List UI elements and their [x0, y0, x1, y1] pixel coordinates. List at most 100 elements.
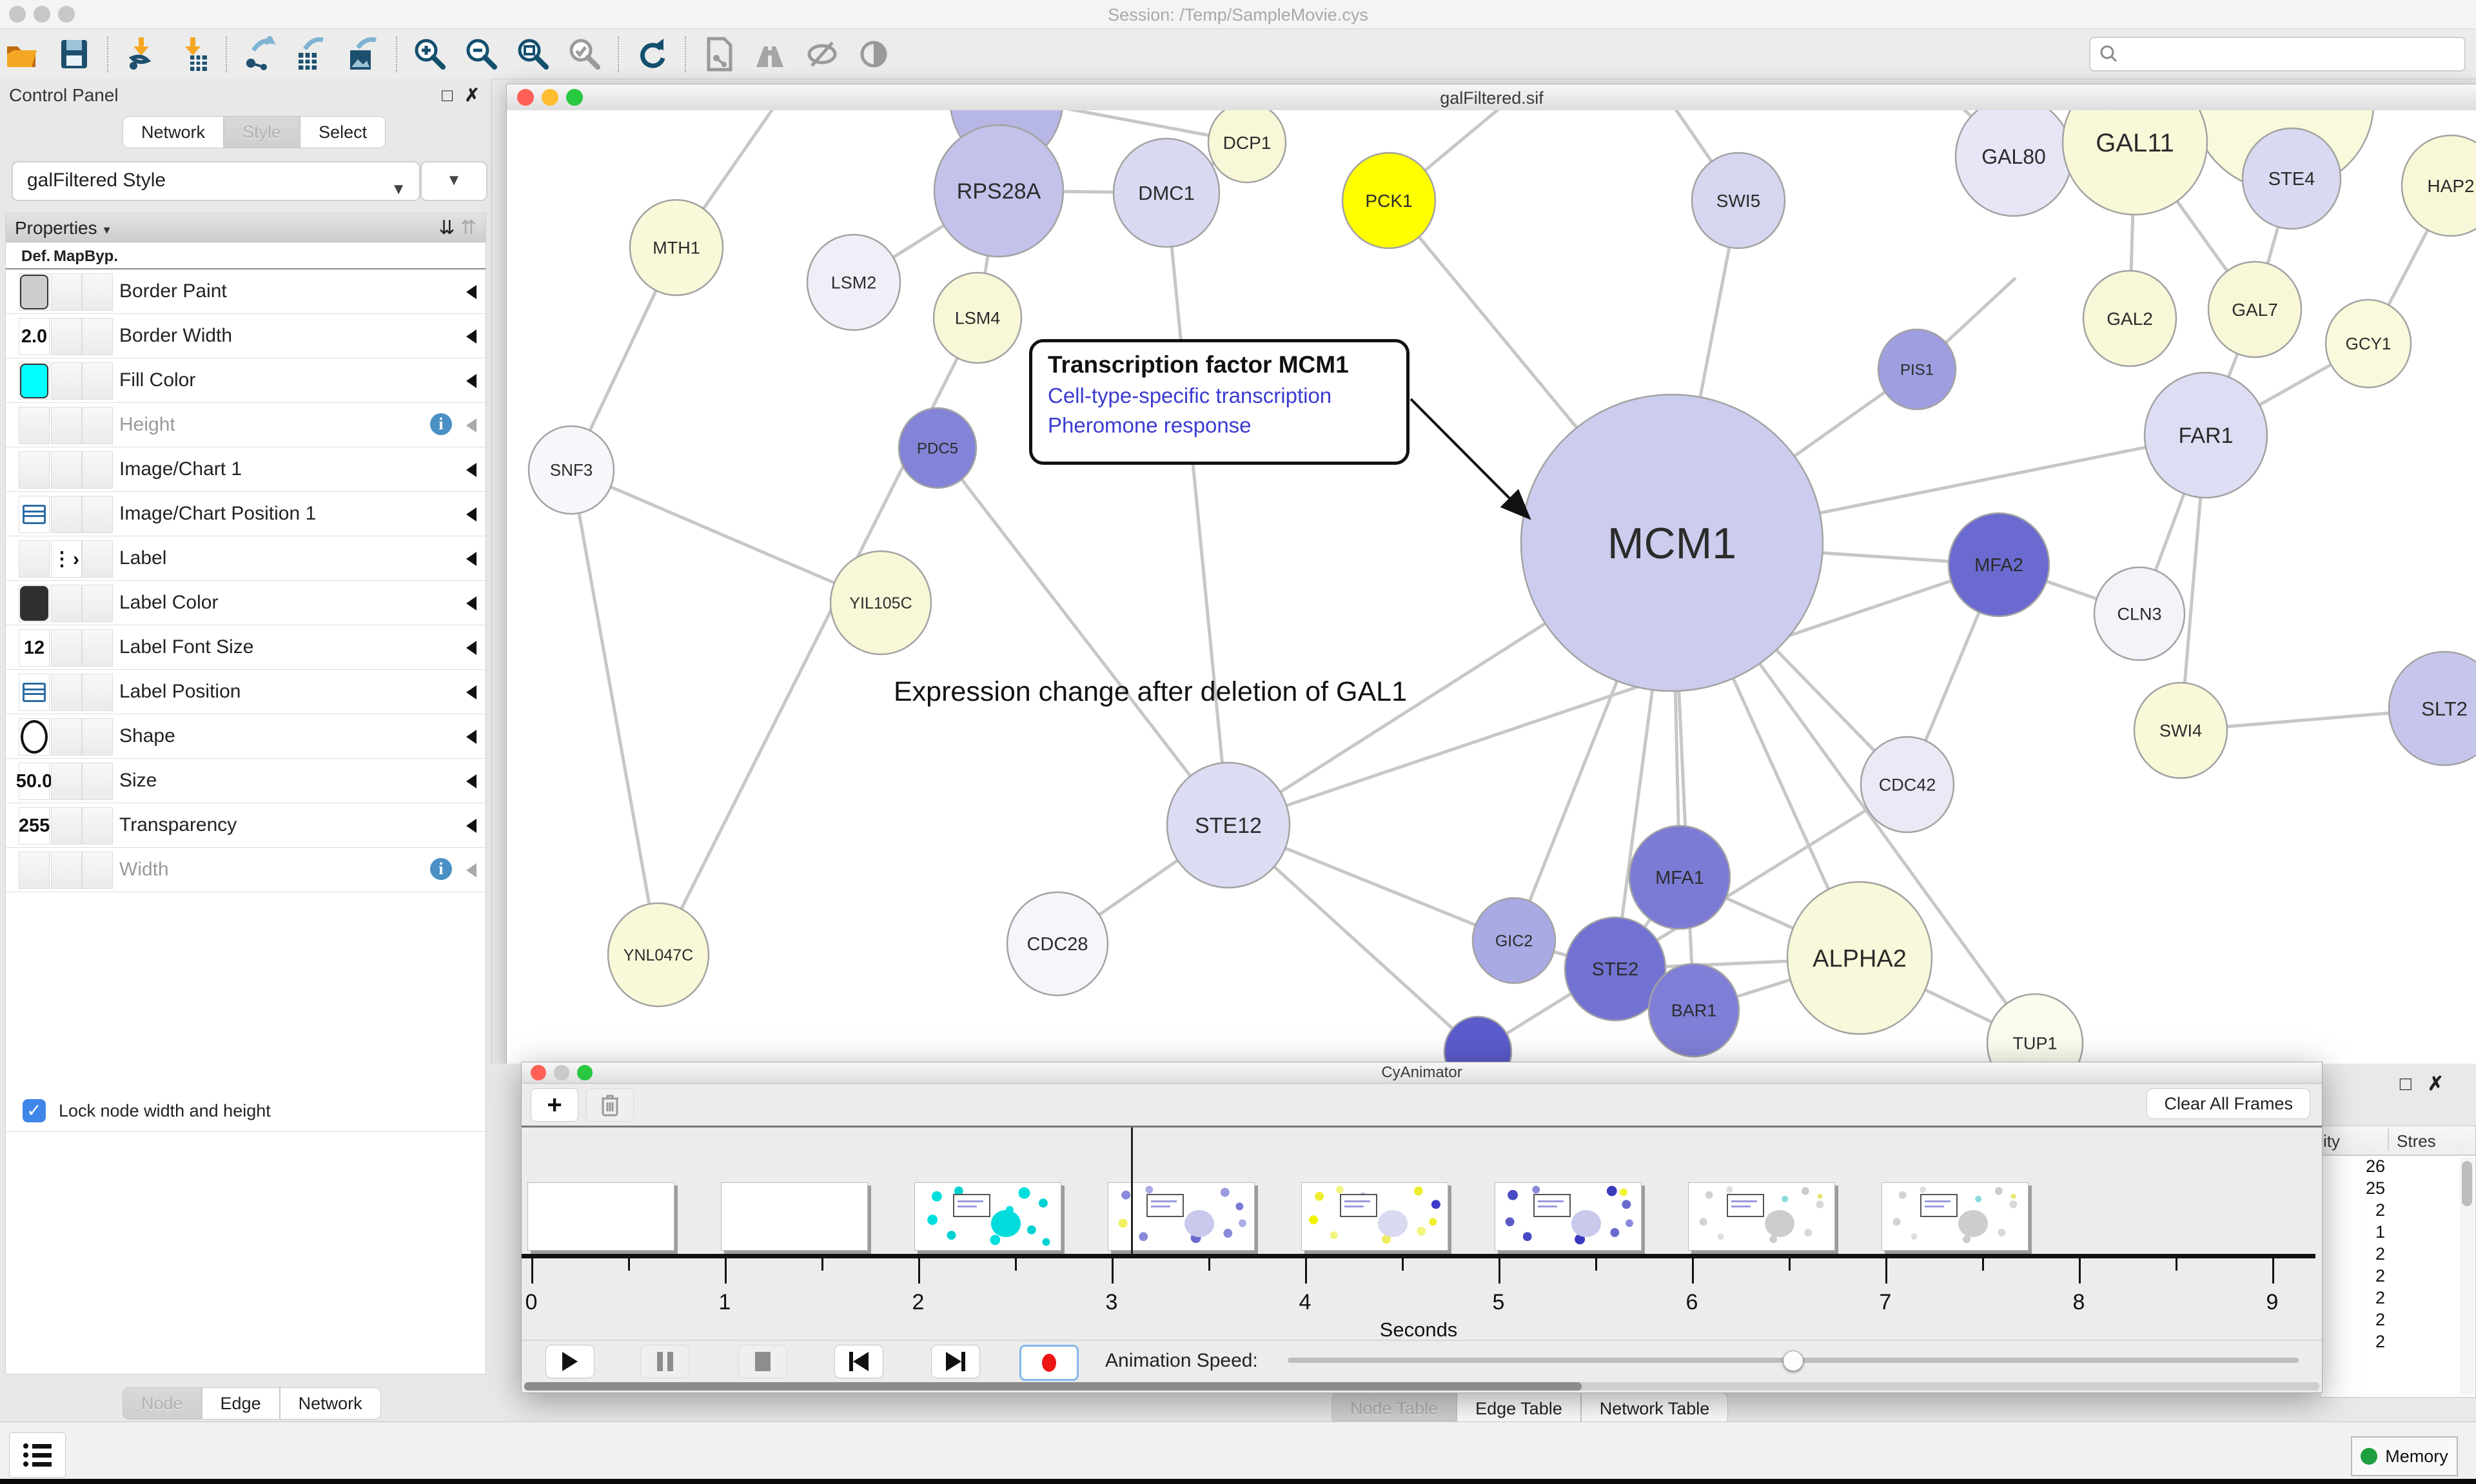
- property-cell[interactable]: [51, 451, 82, 489]
- property-cell[interactable]: 2.0: [19, 318, 50, 355]
- property-row-label-color[interactable]: Label Color: [6, 581, 486, 625]
- position-icon[interactable]: [23, 683, 46, 702]
- property-cell[interactable]: [82, 763, 113, 800]
- property-cell[interactable]: [82, 407, 113, 444]
- properties-header[interactable]: Properties▾: [15, 218, 110, 239]
- property-row-transparency[interactable]: 255Transparency: [6, 803, 486, 848]
- property-row-shape[interactable]: Shape: [6, 714, 486, 759]
- expand-row-icon[interactable]: [466, 685, 477, 699]
- frame-thumbnail-3[interactable]: [1108, 1182, 1255, 1251]
- table-column-header[interactable]: Stres: [2397, 1131, 2436, 1151]
- task-history-button[interactable]: [9, 1432, 66, 1478]
- frame-thumbnail-4[interactable]: [1301, 1182, 1448, 1251]
- network-node-tup1[interactable]: [1987, 994, 2083, 1064]
- play-button[interactable]: [545, 1345, 594, 1378]
- import-network-icon[interactable]: [123, 35, 160, 73]
- expand-row-icon[interactable]: [466, 730, 477, 744]
- tab-network[interactable]: Network: [123, 116, 224, 148]
- memory-button[interactable]: Memory: [2351, 1436, 2458, 1476]
- property-cell[interactable]: [19, 407, 50, 444]
- property-cell[interactable]: [51, 362, 82, 400]
- property-cell[interactable]: [82, 451, 113, 489]
- property-row-label[interactable]: ⋮›Label: [6, 536, 486, 581]
- style-selector[interactable]: galFiltered Style ▼: [12, 161, 420, 201]
- import-table-icon[interactable]: [174, 35, 211, 73]
- default-value[interactable]: 255: [19, 815, 50, 837]
- property-cell[interactable]: [82, 807, 113, 845]
- table-row[interactable]: 2: [2321, 1331, 2475, 1353]
- zoom-fit-icon[interactable]: [515, 35, 552, 73]
- property-cell[interactable]: 255: [19, 807, 50, 845]
- table-row[interactable]: 2: [2321, 1200, 2475, 1222]
- property-cell[interactable]: 50.0: [19, 763, 50, 800]
- tab-network-table[interactable]: Network Table: [1581, 1392, 1729, 1425]
- expand-row-icon[interactable]: [466, 507, 477, 522]
- frame-thumbnail-6[interactable]: [1688, 1182, 1835, 1251]
- default-value[interactable]: 50.0: [16, 771, 52, 792]
- color-swatch[interactable]: [20, 586, 48, 621]
- cyanimator-titlebar[interactable]: CyAnimator: [522, 1062, 2322, 1084]
- property-row-image-chart-1[interactable]: Image/Chart 1: [6, 447, 486, 492]
- position-icon[interactable]: [23, 505, 46, 524]
- property-cell[interactable]: [19, 852, 50, 889]
- collapse-all-icon[interactable]: ⇈: [460, 217, 477, 239]
- table-column-header[interactable]: ity: [2323, 1131, 2340, 1151]
- property-cell[interactable]: [82, 585, 113, 622]
- table-row[interactable]: 26: [2321, 1156, 2475, 1178]
- property-cell[interactable]: [82, 852, 113, 889]
- timeline-scrollbar[interactable]: [524, 1382, 2319, 1391]
- float-panel-icon[interactable]: □: [2400, 1073, 2412, 1095]
- property-cell[interactable]: [51, 585, 82, 622]
- table-row[interactable]: 2: [2321, 1244, 2475, 1265]
- property-cell[interactable]: [82, 496, 113, 533]
- pause-button[interactable]: [640, 1345, 689, 1378]
- property-row-height[interactable]: Heighti: [6, 403, 486, 447]
- export-image-icon[interactable]: [344, 35, 382, 73]
- open-session-icon[interactable]: [4, 35, 41, 73]
- expand-row-icon[interactable]: [466, 596, 477, 610]
- frame-thumbnail-1[interactable]: [721, 1182, 868, 1251]
- timeline-playhead[interactable]: [1131, 1128, 1133, 1255]
- table-scrollbar[interactable]: [2460, 1157, 2474, 1394]
- property-cell[interactable]: [51, 273, 82, 311]
- timeline[interactable]: 0123456789 Seconds: [522, 1126, 2322, 1336]
- stop-button[interactable]: [738, 1345, 787, 1378]
- refresh-icon[interactable]: [633, 35, 671, 73]
- tab-edge[interactable]: Edge: [202, 1387, 280, 1420]
- zoom-in-icon[interactable]: [411, 35, 449, 73]
- expand-row-icon[interactable]: [466, 418, 477, 433]
- search-field[interactable]: [2089, 37, 2466, 72]
- mapping-icon[interactable]: ⋮›: [52, 548, 81, 571]
- search-input[interactable]: [2120, 39, 2464, 69]
- tab-select[interactable]: Select: [300, 116, 386, 148]
- export-table-icon[interactable]: [293, 35, 330, 73]
- property-cell[interactable]: [19, 451, 50, 489]
- tab-edge-table[interactable]: Edge Table: [1457, 1392, 1581, 1425]
- property-row-label-font-size[interactable]: 12Label Font Size: [6, 625, 486, 670]
- expand-row-icon[interactable]: [466, 552, 477, 566]
- delete-frame-button[interactable]: [586, 1088, 634, 1122]
- tab-style[interactable]: Style: [224, 116, 300, 148]
- frame-thumbnail-5[interactable]: [1495, 1182, 1642, 1251]
- table-row[interactable]: 2: [2321, 1265, 2475, 1287]
- property-cell[interactable]: [82, 362, 113, 400]
- property-cell[interactable]: [19, 273, 50, 311]
- clear-all-frames-button[interactable]: Clear All Frames: [2147, 1088, 2310, 1119]
- float-panel-icon[interactable]: □: [442, 86, 453, 104]
- default-value[interactable]: 2.0: [21, 326, 47, 347]
- property-cell[interactable]: [82, 674, 113, 711]
- property-cell[interactable]: [19, 585, 50, 622]
- property-row-size[interactable]: 50.0Size: [6, 759, 486, 803]
- slider-thumb[interactable]: [1783, 1351, 1803, 1371]
- property-cell[interactable]: [19, 540, 50, 578]
- property-cell[interactable]: [51, 318, 82, 355]
- property-cell[interactable]: [19, 718, 50, 756]
- network-node-dotb[interactable]: [1444, 1017, 1511, 1064]
- property-cell[interactable]: [82, 540, 113, 578]
- property-cell[interactable]: [19, 674, 50, 711]
- zoom-out-icon[interactable]: [463, 35, 500, 73]
- property-cell[interactable]: [51, 674, 82, 711]
- animation-speed-slider[interactable]: [1288, 1358, 2299, 1363]
- expand-row-icon[interactable]: [466, 863, 477, 877]
- expand-row-icon[interactable]: [466, 374, 477, 388]
